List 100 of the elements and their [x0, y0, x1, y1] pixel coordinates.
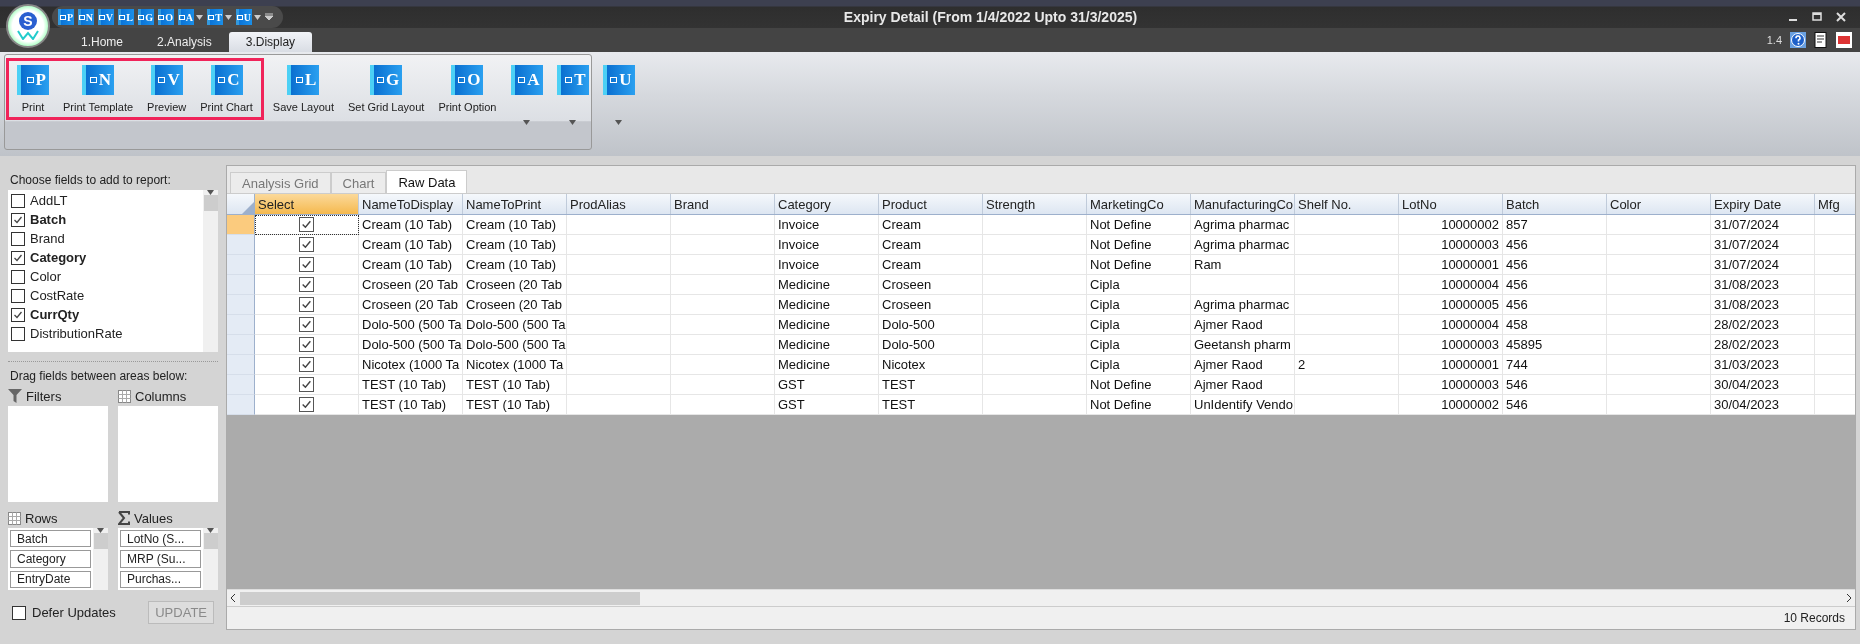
column-header[interactable]: Brand — [671, 194, 775, 214]
column-header[interactable]: MarketingCo — [1087, 194, 1191, 214]
checkbox[interactable] — [11, 250, 25, 265]
field-name[interactable]: Category — [30, 250, 87, 265]
ribbon-button[interactable]: L Save Layout — [266, 63, 340, 115]
column-header[interactable]: Expiry Date — [1711, 194, 1815, 214]
column-header[interactable]: ProdAlias — [567, 194, 671, 214]
ribbon-button[interactable]: N Print Template — [57, 63, 140, 115]
app-icon[interactable]: T — [207, 9, 223, 25]
checkbox[interactable] — [11, 288, 25, 303]
chevron-left-icon[interactable] — [230, 594, 236, 602]
column-header[interactable]: ManufacturingCo — [1191, 194, 1295, 214]
horizontal-scrollbar[interactable] — [227, 589, 1855, 606]
caret-icon[interactable] — [225, 14, 232, 20]
app-icon[interactable]: N — [78, 9, 94, 25]
checkbox[interactable] — [11, 307, 25, 322]
app-icon[interactable]: V — [98, 9, 114, 25]
field-name[interactable]: Color — [30, 269, 62, 284]
app-icon[interactable]: L — [118, 9, 134, 25]
field-name[interactable]: CostRate — [30, 288, 85, 303]
checkbox[interactable] — [299, 397, 314, 412]
column-header[interactable]: LotNo — [1399, 194, 1503, 214]
column-header[interactable]: Color — [1607, 194, 1711, 214]
checkbox[interactable] — [299, 377, 314, 392]
column-header[interactable]: NameToPrint — [463, 194, 567, 214]
ribbon-button[interactable]: V Preview — [141, 63, 193, 115]
caret-icon[interactable] — [569, 120, 576, 125]
column-header[interactable]: Batch — [1503, 194, 1607, 214]
field-chip[interactable]: Purchas... — [120, 570, 201, 588]
field-name[interactable]: DistributionRate — [30, 326, 123, 341]
scroll-thumb[interactable] — [203, 195, 218, 211]
caret-icon[interactable] — [523, 120, 530, 125]
table-cell: Not Define — [1087, 395, 1191, 415]
table-cell: 10000002 — [1399, 395, 1503, 415]
column-header[interactable]: Mfg — [1815, 194, 1855, 214]
ribbon-button[interactable]: O Print Option — [432, 63, 503, 115]
column-header[interactable]: Product — [879, 194, 983, 214]
ribbon-button[interactable]: P Print — [11, 63, 55, 115]
checkbox[interactable] — [12, 605, 26, 620]
drop-area[interactable]: Batch Category EntryDate — [8, 528, 108, 590]
exit-icon[interactable] — [1836, 32, 1852, 48]
checkbox[interactable] — [299, 337, 314, 352]
checkbox[interactable] — [299, 237, 314, 252]
app-icon[interactable]: O — [158, 9, 174, 25]
document-icon[interactable] — [1814, 32, 1828, 48]
checkbox-label[interactable]: Defer Updates — [32, 605, 116, 620]
close-icon[interactable] — [1836, 12, 1846, 22]
checkbox[interactable] — [299, 277, 314, 292]
maximize-icon[interactable] — [1812, 12, 1822, 22]
field-chip[interactable]: Batch — [10, 530, 91, 548]
customize-icon[interactable] — [265, 13, 273, 21]
ribbon-tab[interactable]: 2.Analysis — [140, 32, 229, 52]
column-header[interactable]: Select — [255, 194, 359, 214]
column-header[interactable]: Category — [775, 194, 879, 214]
app-logo[interactable]: S — [6, 4, 50, 48]
app-icon[interactable]: U — [236, 9, 252, 25]
help-icon[interactable] — [1790, 32, 1806, 48]
ribbon-tab[interactable]: 3.Display — [228, 32, 313, 52]
ribbon-button[interactable]: C Print Chart — [194, 63, 259, 115]
scroll-thumb[interactable] — [240, 591, 640, 605]
view-tab[interactable]: Raw Data — [386, 170, 468, 193]
app-icon[interactable]: P — [58, 9, 74, 25]
checkbox[interactable] — [11, 212, 25, 227]
field-name[interactable]: CurrQty — [30, 307, 80, 322]
caret-icon[interactable] — [196, 14, 203, 20]
checkbox[interactable] — [11, 193, 25, 208]
ribbon-tab[interactable]: 1.Home — [64, 32, 141, 52]
app-icon[interactable]: A — [178, 9, 194, 25]
scrollbar[interactable] — [93, 528, 108, 590]
caret-icon[interactable] — [254, 14, 261, 20]
ribbon-button[interactable]: G Set Grid Layout — [341, 63, 431, 115]
field-chip[interactable]: MRP (Su... — [120, 550, 201, 568]
app-icon[interactable]: G — [138, 9, 154, 25]
column-header[interactable]: Strength — [983, 194, 1087, 214]
field-chip[interactable]: EntryDate — [10, 570, 91, 588]
field-name[interactable]: Brand — [30, 231, 65, 246]
checkbox[interactable] — [11, 326, 25, 341]
caret-icon[interactable] — [615, 120, 622, 125]
column-header[interactable]: Shelf No. — [1295, 194, 1399, 214]
field-chip[interactable]: Category — [10, 550, 91, 568]
field-name[interactable]: AddLT — [30, 193, 68, 208]
scrollbar[interactable] — [203, 190, 218, 352]
scroll-thumb[interactable] — [93, 533, 108, 549]
checkbox[interactable] — [299, 257, 314, 272]
scrollbar[interactable] — [203, 528, 218, 590]
checkbox[interactable] — [11, 231, 25, 246]
view-tab[interactable]: Analysis Grid — [230, 172, 331, 193]
scroll-thumb[interactable] — [203, 533, 218, 549]
checkbox[interactable] — [299, 297, 314, 312]
ribbon-button[interactable]: U — [596, 63, 641, 129]
field-name[interactable]: Batch — [30, 212, 67, 227]
checkbox[interactable] — [299, 317, 314, 332]
checkbox[interactable] — [11, 269, 25, 284]
view-tab[interactable]: Chart — [330, 172, 387, 193]
checkbox[interactable] — [299, 357, 314, 372]
field-chip[interactable]: LotNo (S... — [120, 530, 201, 548]
checkbox[interactable] — [299, 217, 314, 232]
chevron-right-icon[interactable] — [1846, 594, 1852, 602]
column-header[interactable]: NameToDisplay — [359, 194, 463, 214]
drop-area[interactable]: LotNo (S... MRP (Su... Purchas... — [118, 528, 218, 590]
